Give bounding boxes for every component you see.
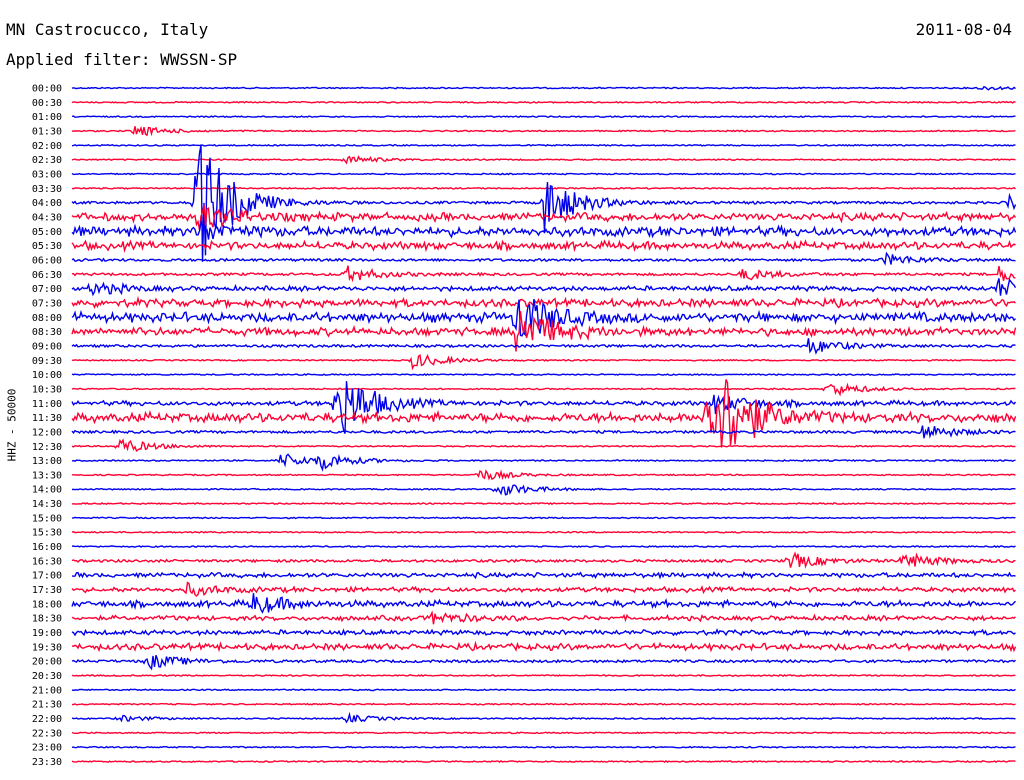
row-label: 23:30 (32, 757, 62, 768)
trace-line (71, 295, 1016, 310)
trace-line (71, 239, 1016, 253)
row-label: 11:00 (32, 399, 62, 410)
trace-line (72, 469, 1016, 481)
row-label: 16:00 (32, 542, 62, 553)
row-label: 14:00 (32, 485, 62, 496)
row-label: 21:00 (32, 685, 62, 696)
trace-line (71, 143, 1016, 147)
trace-line (71, 251, 1016, 266)
row-label: 08:30 (32, 327, 62, 338)
row-label: 07:30 (32, 298, 62, 309)
row-label: 09:00 (32, 341, 62, 352)
trace-line (71, 628, 1016, 637)
row-label: 19:30 (32, 642, 62, 653)
trace-line (71, 760, 1016, 763)
row-label: 00:30 (32, 98, 62, 109)
trace-line (71, 516, 1016, 520)
trace-line (71, 453, 1016, 472)
row-label: 20:00 (32, 657, 62, 668)
trace-line (71, 382, 1016, 397)
row-label: 16:30 (32, 556, 62, 567)
row-label: 13:30 (32, 470, 62, 481)
trace-line (71, 502, 1016, 506)
trace-line (71, 125, 1016, 137)
row-label: 23:00 (32, 743, 62, 754)
trace-group (71, 85, 1017, 763)
row-label: 19:00 (32, 628, 62, 639)
trace-line (71, 731, 1016, 735)
trace-line (71, 688, 1016, 692)
trace-line (71, 438, 1016, 453)
row-label: 10:00 (32, 370, 62, 381)
row-label: 22:30 (32, 728, 62, 739)
row-label: 15:00 (32, 513, 62, 524)
row-label: 18:30 (32, 614, 62, 625)
row-label: 15:30 (32, 528, 62, 539)
row-label: 04:30 (32, 212, 62, 223)
trace-line (71, 581, 1016, 597)
trace-line (71, 545, 1016, 549)
trace-line (71, 593, 1016, 614)
row-label: 05:30 (32, 241, 62, 252)
row-label: 21:30 (32, 700, 62, 711)
row-label: 03:00 (32, 169, 62, 180)
trace-line (71, 353, 1016, 371)
row-label: 10:30 (32, 384, 62, 395)
row-label: 13:00 (32, 456, 62, 467)
trace-line (71, 745, 1016, 749)
row-tick-labels: 00:00 00:30 01:00 01:30 02:00 02:30 03:00 03:30… (32, 84, 62, 769)
trace-line (71, 551, 1016, 569)
trace-line (71, 702, 1016, 706)
trace-line (71, 265, 1016, 283)
trace-line (71, 571, 1016, 580)
row-label: 03:30 (32, 184, 62, 195)
trace-line (71, 155, 1016, 165)
row-label: 06:00 (32, 255, 62, 266)
trace-line (71, 654, 1016, 671)
row-label: 00:00 (32, 84, 62, 95)
row-label: 04:00 (32, 198, 62, 209)
row-label: 12:00 (32, 427, 62, 438)
trace-line (71, 278, 1017, 297)
row-label: 08:00 (32, 313, 62, 324)
row-label: 09:30 (32, 356, 62, 367)
row-label: 17:00 (32, 571, 62, 582)
trace-line (71, 338, 1016, 355)
row-label: 01:00 (32, 112, 62, 123)
row-label: 06:30 (32, 270, 62, 281)
trace-line (71, 674, 1016, 677)
row-label: 17:30 (32, 585, 62, 596)
seismogram-plot: 00:00 00:30 01:00 01:30 02:00 02:30 03:00 03:30… (32, 84, 1017, 769)
trace-line (71, 610, 1016, 625)
trace-line (71, 711, 1016, 724)
trace-line (71, 373, 1016, 377)
row-label: 20:30 (32, 671, 62, 682)
row-label: 07:00 (32, 284, 62, 295)
row-label: 12:30 (32, 442, 62, 453)
trace-line (71, 484, 1016, 496)
trace-line (71, 115, 1016, 119)
trace-line (71, 172, 1016, 176)
row-label: 02:30 (32, 155, 62, 166)
row-label: 05:00 (32, 227, 62, 238)
row-label: 01:30 (32, 126, 62, 137)
trace-line (71, 100, 1016, 104)
row-label: 18:00 (32, 599, 62, 610)
row-label: 22:00 (32, 714, 62, 725)
trace-line (71, 85, 1016, 91)
trace-line (71, 640, 1017, 653)
row-label: 14:30 (32, 499, 62, 510)
row-label: 02:00 (32, 141, 62, 152)
row-label: 11:30 (32, 413, 62, 424)
trace-line (71, 530, 1016, 534)
trace-line (71, 186, 1016, 190)
trace-line (71, 425, 1016, 439)
